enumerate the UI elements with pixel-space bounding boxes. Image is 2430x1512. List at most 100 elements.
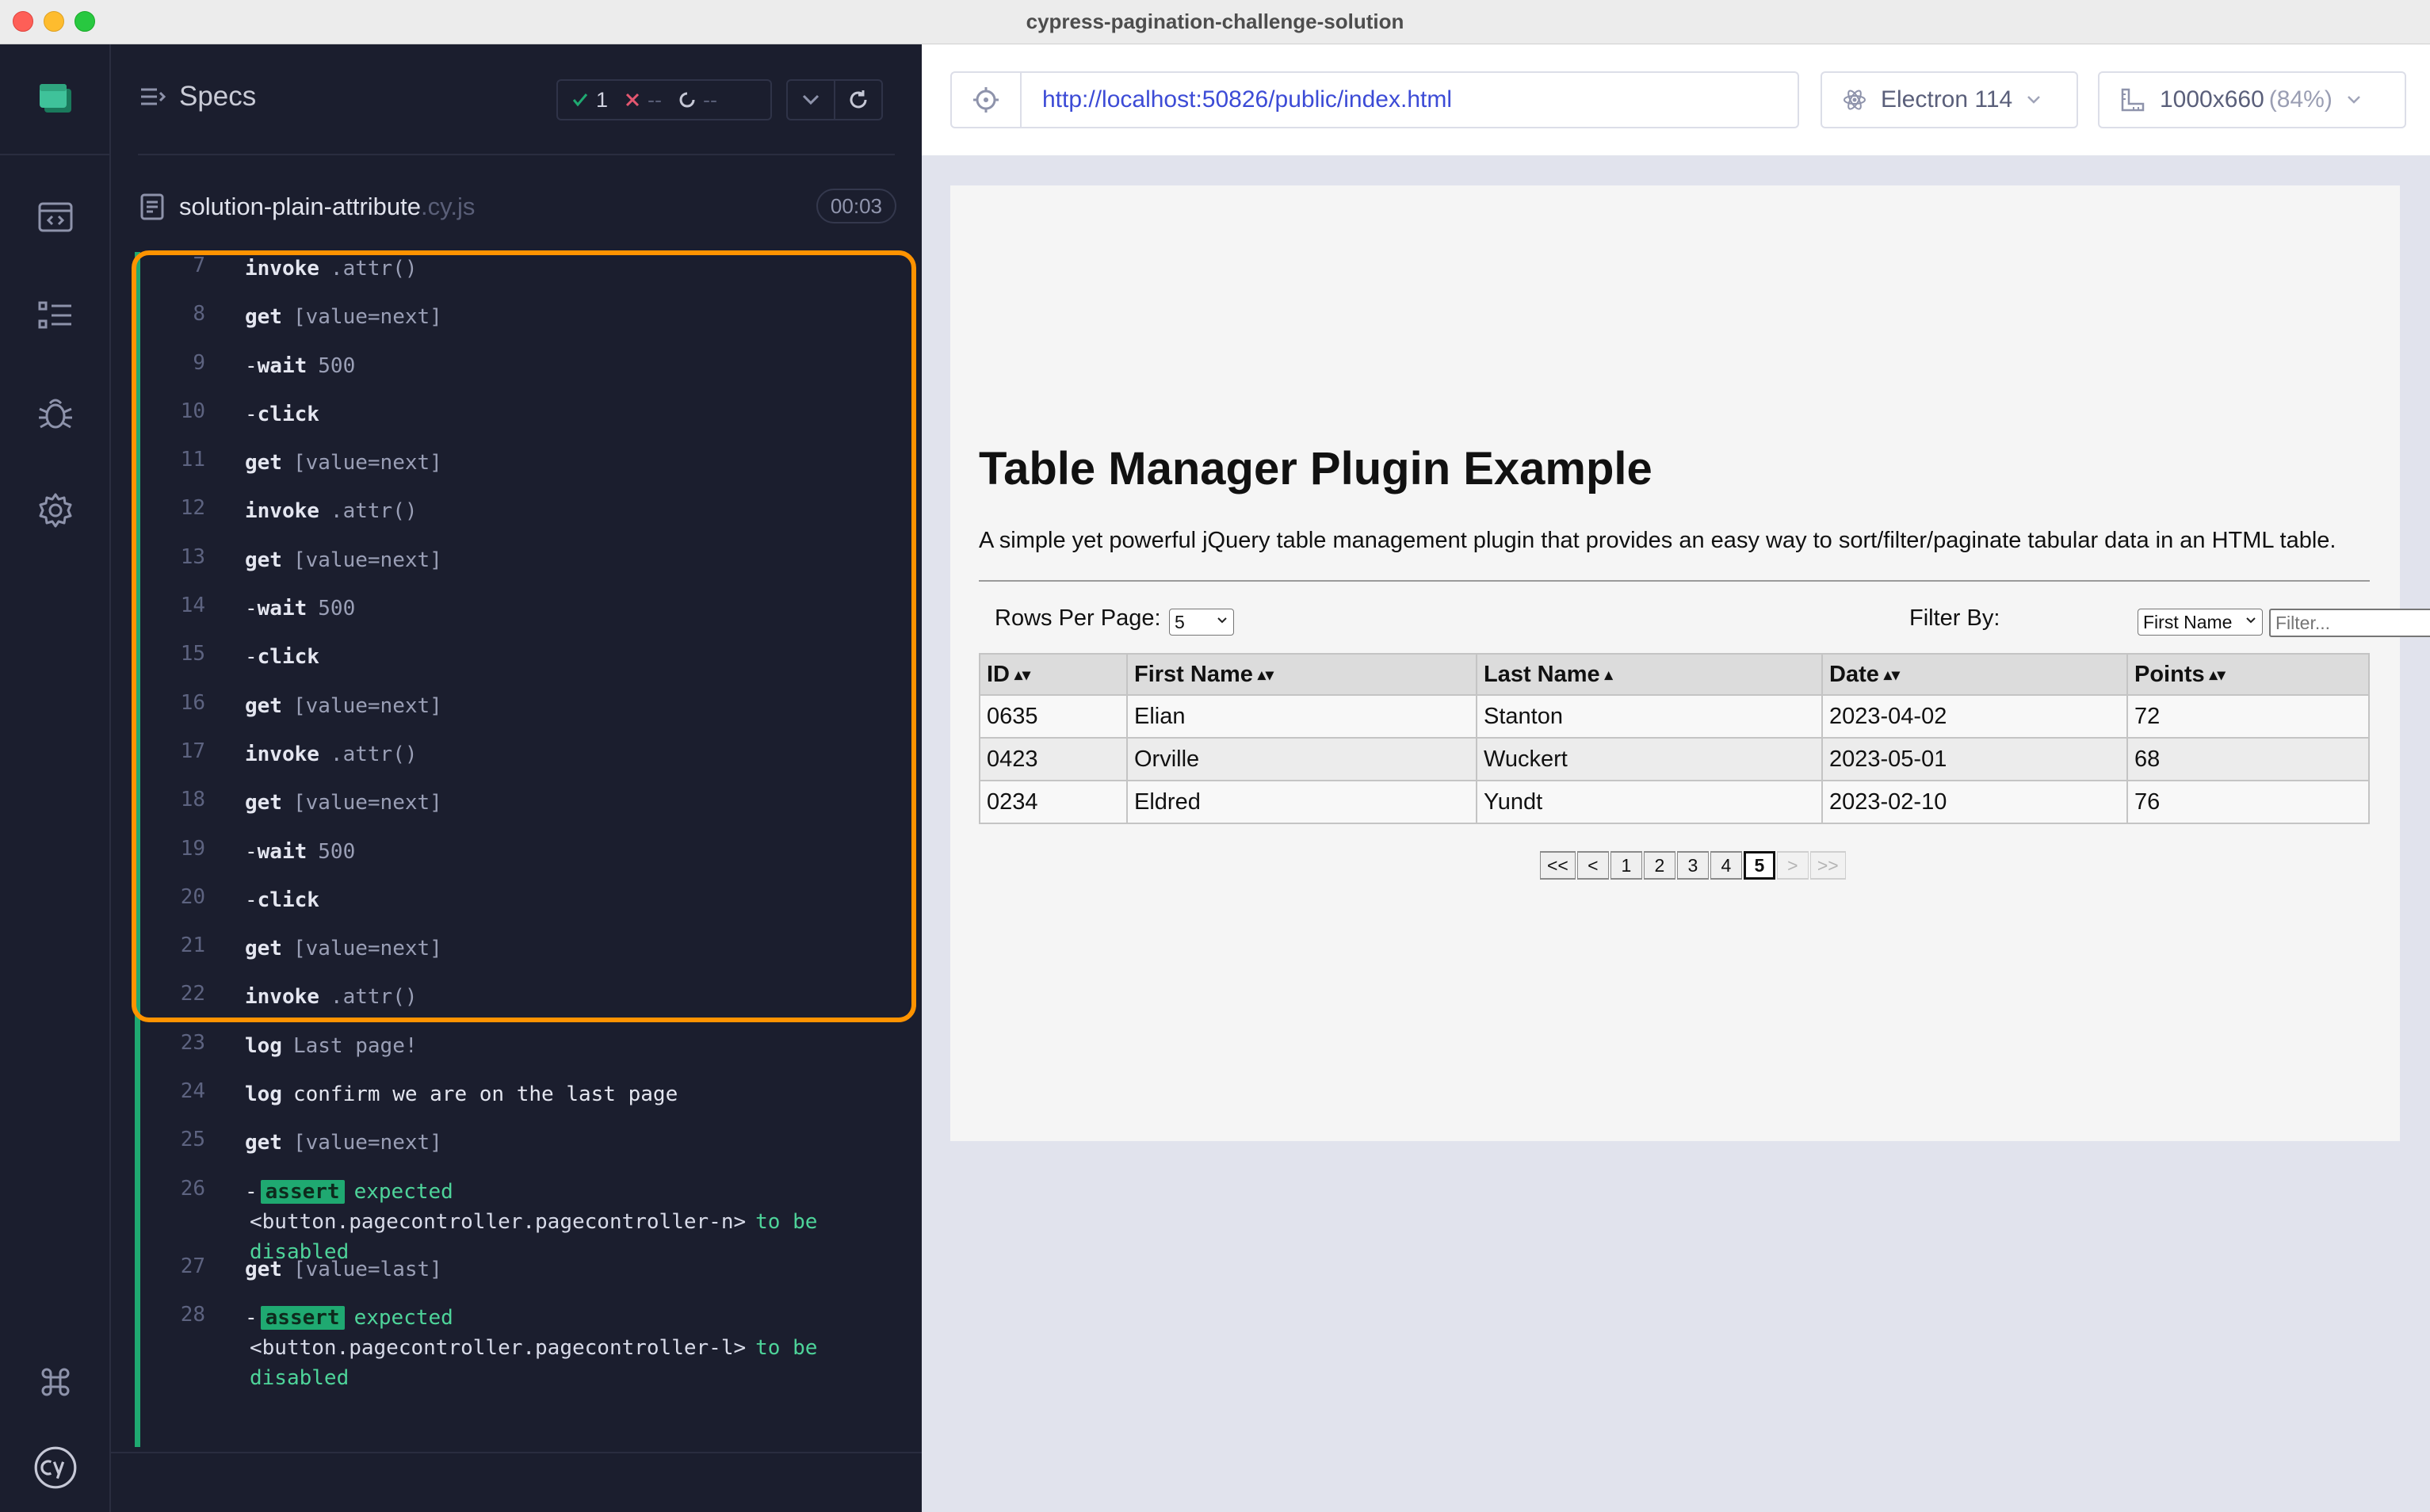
url-text[interactable]: http://localhost:50826/public/index.html <box>1042 86 1452 113</box>
specs-list-icon[interactable] <box>33 293 78 338</box>
left-nav <box>0 44 111 1512</box>
command-number: 16 <box>180 690 205 715</box>
column-header-id[interactable]: ID ▴▾ <box>979 653 1128 696</box>
command-text: -click <box>245 642 879 672</box>
page-4-button[interactable]: 4 <box>1710 851 1742 880</box>
keyboard-shortcuts-icon[interactable] <box>33 1360 78 1404</box>
spec-file-row[interactable]: solution-plain-attribute .cy.js 00:03 <box>139 187 896 227</box>
chevron-down-icon <box>1217 617 1227 624</box>
command-name: log <box>245 1033 282 1058</box>
command-row[interactable]: 7 invoke .attr() <box>140 252 900 289</box>
assert-row[interactable]: 28 - assert expected <button.pagecontroller.… <box>140 1290 900 1390</box>
column-header-first-name[interactable]: First Name ▴▾ <box>1126 653 1477 696</box>
command-row[interactable]: 11 get [value=next] <box>140 435 900 483</box>
filter-input[interactable] <box>2269 609 2430 637</box>
command-row[interactable]: 14 -wait 500 <box>140 581 900 629</box>
command-message: 500 <box>318 353 356 378</box>
page-last-button[interactable]: >> <box>1809 851 1846 880</box>
chevron-down-icon <box>2027 96 2041 104</box>
cell-id: 0423 <box>979 737 1128 781</box>
command-list: 7 invoke .attr() 8 get [value=next] 9 -wait 500 1… <box>140 252 900 1390</box>
chevron-down-icon <box>2246 617 2256 624</box>
command-text: get [value=next] <box>245 934 879 964</box>
debug-bug-icon[interactable] <box>33 391 78 436</box>
cell-first-name: Elian <box>1126 694 1477 739</box>
command-text: invoke .attr() <box>245 982 879 1012</box>
table-header-row: ID ▴▾ First Name ▴▾ Last Name ▴ Date ▴▾ Poin… <box>979 653 2370 696</box>
command-row[interactable]: 16 get [value=next] <box>140 678 900 727</box>
chevron-down-icon <box>802 94 820 105</box>
column-header-last-name[interactable]: Last Name ▴ <box>1476 653 1823 696</box>
command-row[interactable]: 8 get [value=next] <box>140 289 900 338</box>
log-bottom-divider <box>111 1452 922 1453</box>
cypress-project-icon[interactable] <box>33 76 78 120</box>
command-row[interactable]: 27 get [value=last] <box>140 1242 900 1290</box>
command-child-dash: - <box>245 353 258 378</box>
command-name: invoke <box>245 499 319 524</box>
command-row[interactable]: 9 -wait 500 <box>140 338 900 387</box>
app-under-test: Table Manager Plugin Example A simple ye… <box>950 185 2430 1141</box>
viewport-size: 1000x660 <box>2160 86 2264 113</box>
page-5-button-current[interactable]: 5 <box>1743 851 1775 880</box>
assert-subject-line: <button.pagecontroller.pagecontroller-n>… <box>250 1207 879 1237</box>
command-row[interactable]: 10 -click <box>140 387 900 435</box>
specs-divider <box>138 154 895 155</box>
rows-per-page-select[interactable]: 5 <box>1169 609 1234 636</box>
command-row[interactable]: 21 get [value=next] <box>140 921 900 969</box>
filter-column-select[interactable]: First Name <box>2138 609 2263 636</box>
rerun-button[interactable] <box>834 79 883 120</box>
page-prev-button[interactable]: < <box>1576 851 1609 880</box>
command-row[interactable]: 17 invoke .attr() <box>140 727 900 775</box>
url-bar[interactable]: http://localhost:50826/public/index.html <box>950 71 1799 128</box>
assert-row[interactable]: 26 - assert expected <button.pagecontroller.… <box>140 1164 900 1264</box>
window-titlebar: cypress-pagination-challenge-solution <box>0 0 2430 44</box>
command-text: invoke .attr() <box>245 254 879 284</box>
command-number: 20 <box>180 884 205 909</box>
runs-icon[interactable] <box>33 195 78 239</box>
command-row[interactable]: 15 -click <box>140 629 900 678</box>
command-name: get <box>245 937 282 961</box>
viewport-select[interactable]: 1000x660 (84%) <box>2098 71 2406 128</box>
command-row[interactable]: 24 log confirm we are on the last page <box>140 1067 900 1115</box>
command-row[interactable]: 19 -wait 500 <box>140 824 900 872</box>
column-header-date[interactable]: Date ▴▾ <box>1821 653 2128 696</box>
assert-expected: expected <box>353 1179 453 1204</box>
selector-playground-button[interactable] <box>952 73 1022 127</box>
spec-file-name: solution-plain-attribute <box>179 193 422 220</box>
page-next-button[interactable]: > <box>1776 851 1809 880</box>
command-row[interactable]: 22 invoke .attr() <box>140 969 900 1018</box>
command-row[interactable]: 13 get [value=next] <box>140 533 900 581</box>
page-3-button[interactable]: 3 <box>1676 851 1709 880</box>
cypress-logo-icon[interactable] <box>33 1445 78 1490</box>
assert-text-block: - assert expected <button.pagecontroller.pa… <box>245 1303 879 1393</box>
cell-points: 68 <box>2126 737 2370 781</box>
window-title: cypress-pagination-challenge-solution <box>1026 10 1404 33</box>
command-name: log <box>245 1082 282 1107</box>
browser-select[interactable]: Electron 114 <box>1821 71 2078 128</box>
pending-stat: -- <box>679 88 717 113</box>
command-name: get <box>245 1131 282 1155</box>
command-row[interactable]: 20 -click <box>140 872 900 921</box>
assert-expected: expected <box>353 1305 453 1330</box>
command-row[interactable]: 18 get [value=next] <box>140 775 900 823</box>
specs-title: Specs <box>179 81 257 112</box>
command-name: get <box>245 791 282 815</box>
test-pass-indicator <box>135 252 140 1447</box>
cell-id: 0234 <box>979 780 1128 824</box>
command-name: wait <box>257 839 308 864</box>
pending-spinner-icon <box>679 92 695 108</box>
column-header-points[interactable]: Points ▴▾ <box>2126 653 2370 696</box>
command-row[interactable]: 12 invoke .attr() <box>140 483 900 532</box>
command-row[interactable]: 23 log Last page! <box>140 1018 900 1067</box>
specs-header[interactable]: Specs <box>139 81 256 113</box>
page-2-button[interactable]: 2 <box>1643 851 1675 880</box>
rows-per-page-label: Rows Per Page: <box>995 605 1161 631</box>
assert-element: <button.pagecontroller.pagecontroller-l> <box>250 1335 747 1360</box>
collapse-toggle-button[interactable] <box>786 79 835 120</box>
assert-to-be: to be <box>755 1209 818 1234</box>
command-text: get [value=last] <box>245 1254 879 1285</box>
settings-gear-icon[interactable] <box>33 488 78 533</box>
page-first-button[interactable]: << <box>1540 851 1576 880</box>
page-1-button[interactable]: 1 <box>1610 851 1642 880</box>
command-row[interactable]: 25 get [value=next] <box>140 1115 900 1163</box>
